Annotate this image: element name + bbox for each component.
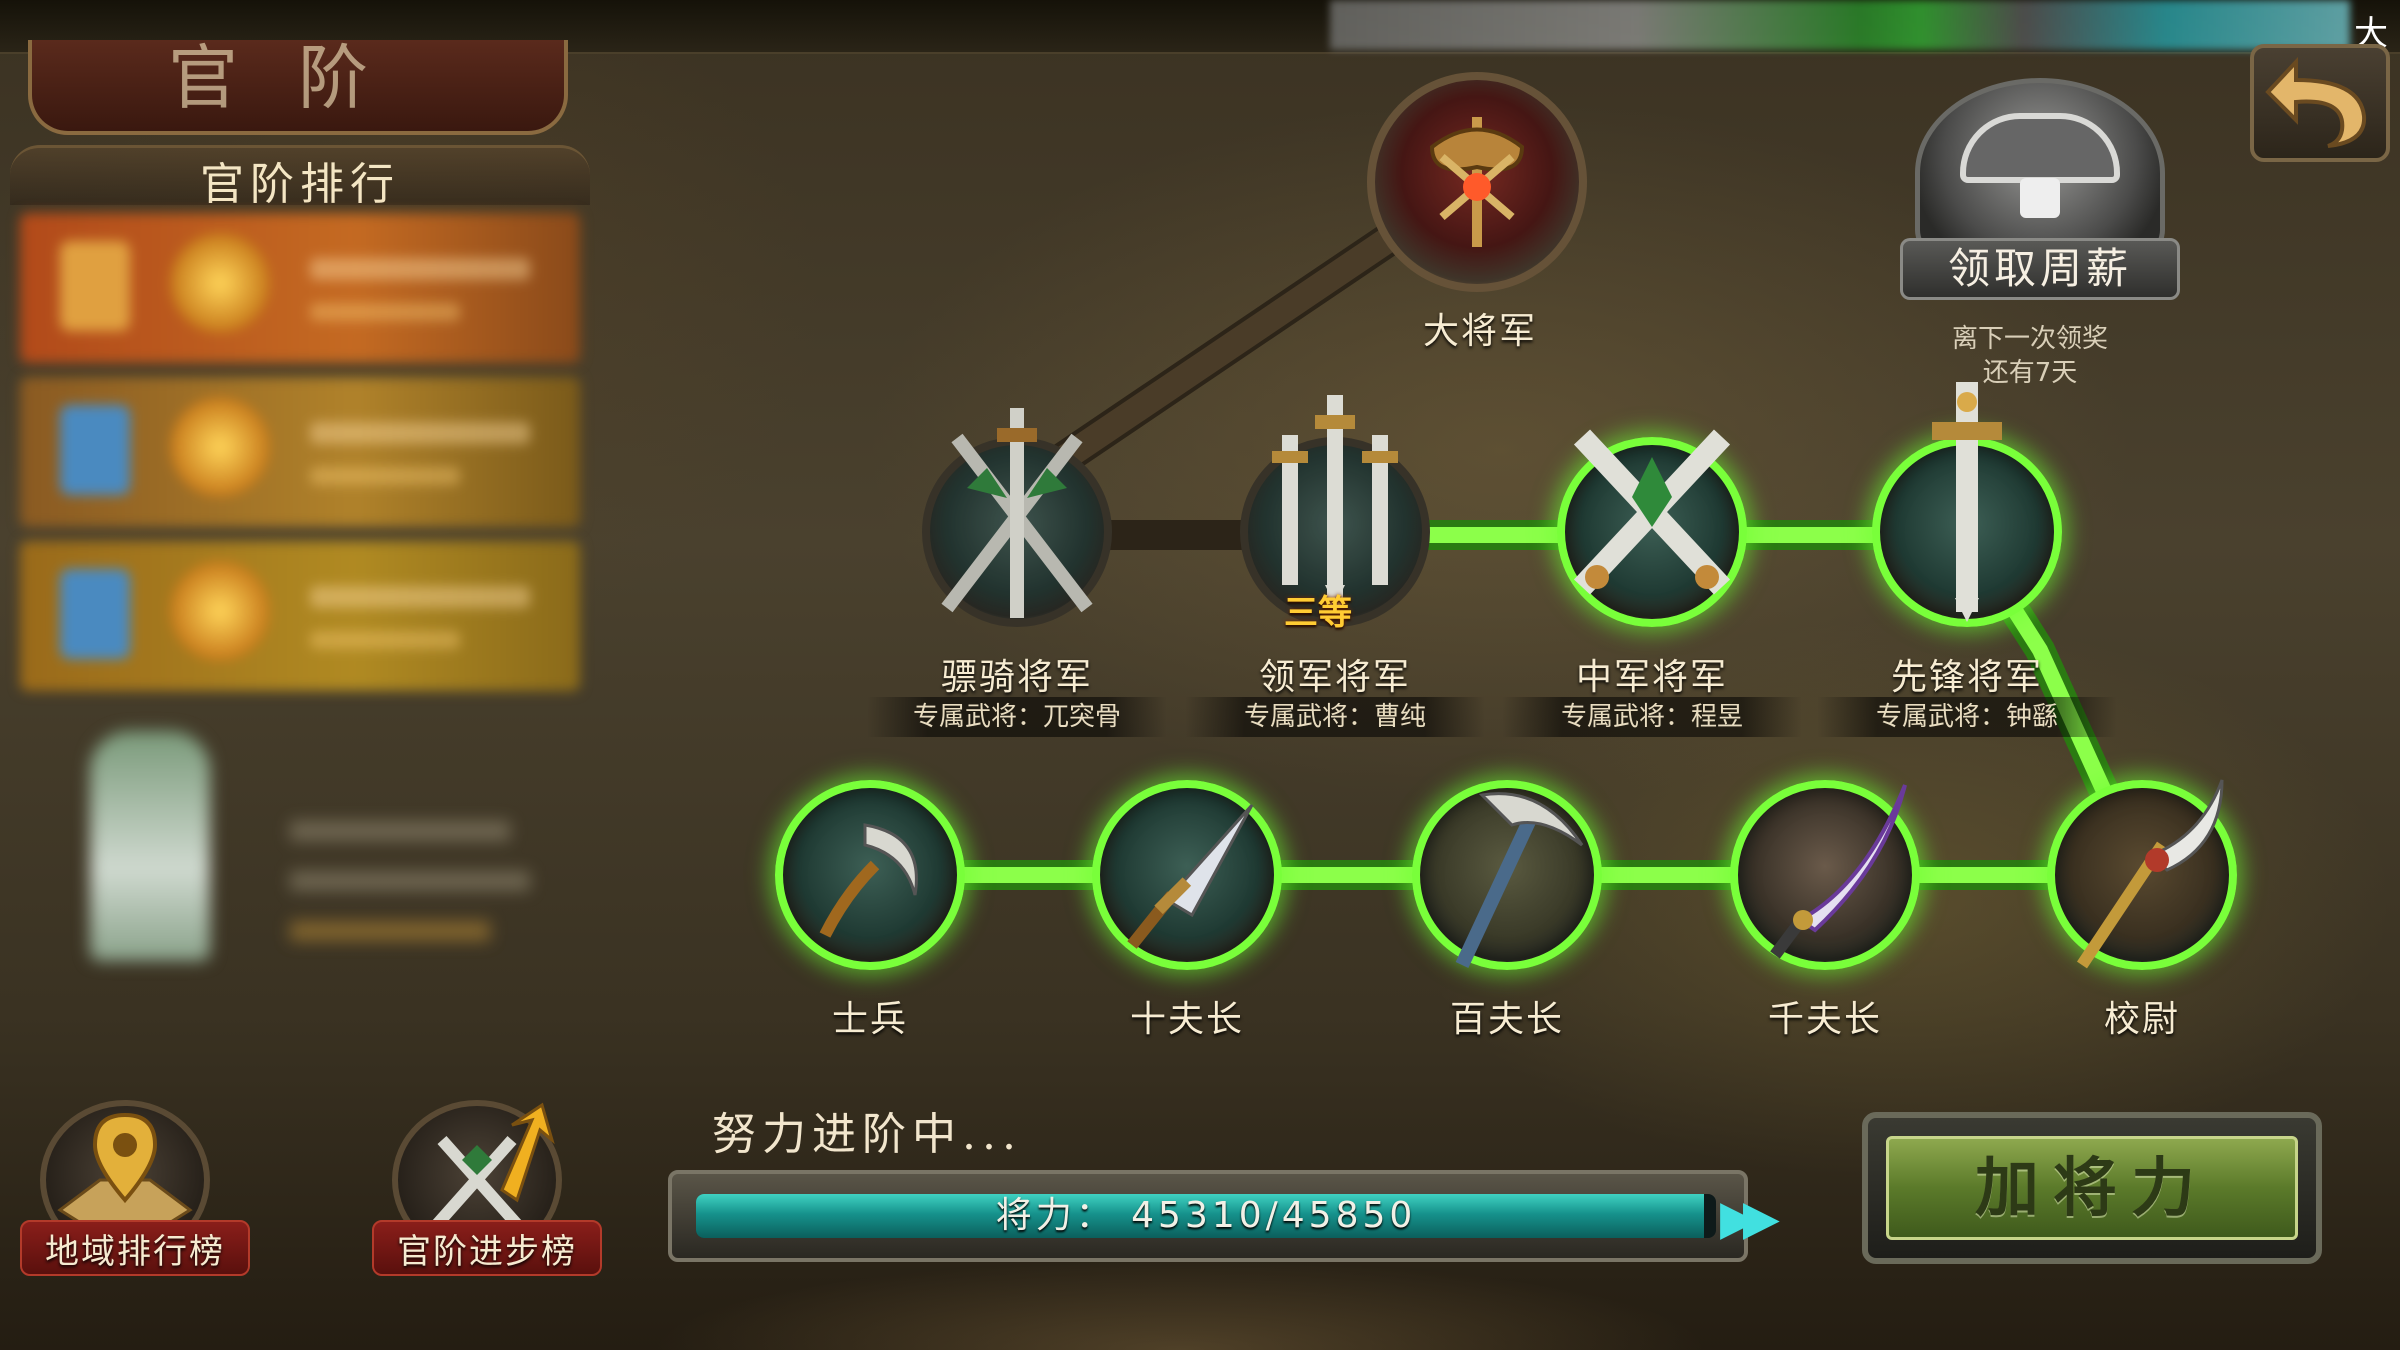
- grade-badge: 三等: [1284, 593, 1352, 633]
- rank-label-dajiangjun: 大将军: [1422, 311, 1537, 352]
- rank-node-dajiangjun[interactable]: [1367, 72, 1587, 292]
- rank-general-xianfeng: 专属武将：钟繇: [1817, 697, 2117, 737]
- rank-label-xianfeng: 先锋将军: [1890, 657, 2043, 698]
- rank-progress-button[interactable]: 官阶进步榜: [372, 1100, 602, 1290]
- sickle-icon: [819, 823, 918, 938]
- rank-general-zhongjun: 专属武将：程昱: [1502, 697, 1802, 737]
- rank-label-qianfuzhang: 千夫长: [1767, 999, 1882, 1040]
- pickaxe-icon: [1455, 792, 1584, 968]
- dagger-icon: [1127, 803, 1254, 949]
- progress-caption: 努力进阶中...: [712, 1109, 1022, 1160]
- rank-label-zhongjun: 中军将军: [1575, 657, 1728, 698]
- rank-label-lingjun: 领军将军: [1258, 657, 1411, 698]
- region-rank-label: 地域排行榜: [45, 1232, 225, 1272]
- crossed-swords-icon: [1573, 429, 1731, 595]
- rank-node-zhongjun[interactable]: [1557, 429, 1747, 627]
- rank-general-lingjun: 专属武将：曹纯: [1185, 697, 1485, 737]
- rank-label-piaoqi: 骠骑将军: [940, 657, 1093, 698]
- region-rank-button[interactable]: 地域排行榜: [20, 1100, 250, 1290]
- add-general-power-button[interactable]: 加将力: [1862, 1112, 2322, 1264]
- rank-label-baifuzhang: 百夫长: [1449, 999, 1564, 1040]
- rank-node-qianfuzhang[interactable]: [1730, 780, 1920, 970]
- glaive-icon: [2077, 779, 2224, 969]
- rank-node-piaoqi[interactable]: [922, 408, 1112, 627]
- progress-track: 将力： 45310/45850: [696, 1194, 1716, 1238]
- rank-node-shifuzhang[interactable]: [1092, 780, 1282, 970]
- battle-axe-icon: [1429, 117, 1525, 247]
- curved-sword-icon: [1770, 784, 1907, 959]
- crossed-swords-icon: [941, 408, 1093, 618]
- rank-label-xiaowei: 校尉: [2103, 999, 2180, 1040]
- rank-node-baifuzhang[interactable]: [1412, 780, 1602, 970]
- rank-general-piaoqi: 专属武将：兀突骨: [867, 697, 1167, 737]
- add-general-power-label: 加将力: [1886, 1136, 2298, 1240]
- general-power-progress: 将力： 45310/45850: [668, 1170, 1748, 1262]
- rank-label-shifuzhang: 十夫长: [1129, 999, 1244, 1040]
- sword-icon: [1932, 381, 2002, 622]
- rank-node-xianfeng[interactable]: [1872, 381, 2062, 627]
- rank-node-xiaowei[interactable]: [2047, 779, 2237, 970]
- progress-text: 将力： 45310/45850: [995, 1195, 1417, 1236]
- rank-label-shibing: 士兵: [831, 999, 908, 1040]
- rank-progress-label: 官阶进步榜: [397, 1232, 577, 1272]
- rank-node-shibing[interactable]: [775, 780, 965, 970]
- progress-arrows-icon: ▶▶: [1720, 1190, 1780, 1246]
